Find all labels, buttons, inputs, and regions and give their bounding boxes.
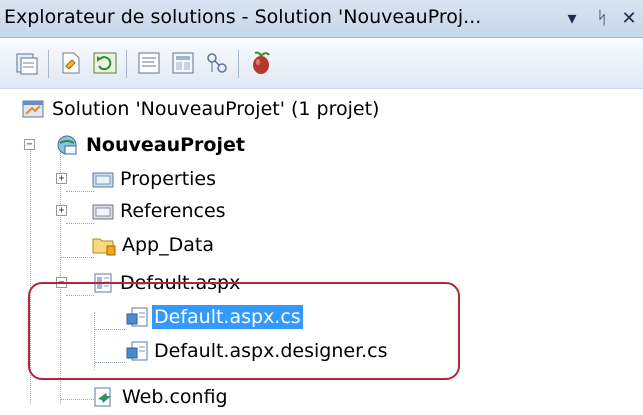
tree-node-app-data[interactable]: App_Data [56,230,456,260]
tree-connector [61,399,94,400]
close-icon[interactable]: ✕ [617,6,641,32]
collapse-expander-icon[interactable]: − [24,139,35,150]
tree-node-solution[interactable]: Solution 'NouveauProjet' (1 projet) [22,94,482,124]
properties-icon[interactable] [14,50,40,76]
tree-node-references[interactable]: + References [56,196,456,226]
view-designer-icon[interactable] [170,50,196,76]
highlight-annotation-box [28,282,460,380]
solution-icon [22,98,44,120]
tree-node-label: Properties [120,168,217,190]
window-title: Explorateur de solutions - Solution 'Nou… [4,6,482,28]
toolbar-separator [238,50,239,78]
window-menu-dropdown-icon[interactable]: ▾ [560,6,584,32]
tree-node-label: References [120,200,226,222]
expand-expander-icon[interactable]: + [56,173,67,184]
expand-expander-icon[interactable]: + [56,205,67,216]
web-project-icon [56,134,78,156]
config-file-icon [92,386,114,408]
toolbar-separator [126,50,127,78]
copy-web-site-icon[interactable] [248,50,274,76]
show-all-files-icon[interactable] [58,50,84,76]
tree-node-label: Web.config [122,386,228,408]
toolbar-separator [48,50,49,78]
refresh-icon[interactable] [92,50,118,76]
solution-tree: Solution 'NouveauProjet' (1 projet) − No… [0,92,643,415]
tree-node-label: Solution 'NouveauProjet' (1 projet) [52,98,380,120]
folder-icon [92,234,116,256]
references-folder-icon [92,200,114,222]
tree-node-properties[interactable]: + Properties [56,164,456,194]
properties-folder-icon [92,168,114,190]
solution-explorer-titlebar: Explorateur de solutions - Solution 'Nou… [0,0,643,38]
tree-node-label: App_Data [122,234,214,256]
solution-explorer-toolbar [0,38,643,89]
view-code-icon[interactable] [136,50,162,76]
nest-related-files-icon[interactable] [204,50,230,76]
tree-node-web-config[interactable]: Web.config [92,382,452,412]
tree-node-label: NouveauProjet [86,134,245,156]
tree-node-project[interactable]: − NouveauProjet [22,130,482,160]
pin-icon[interactable]: ᛋ [590,6,614,32]
